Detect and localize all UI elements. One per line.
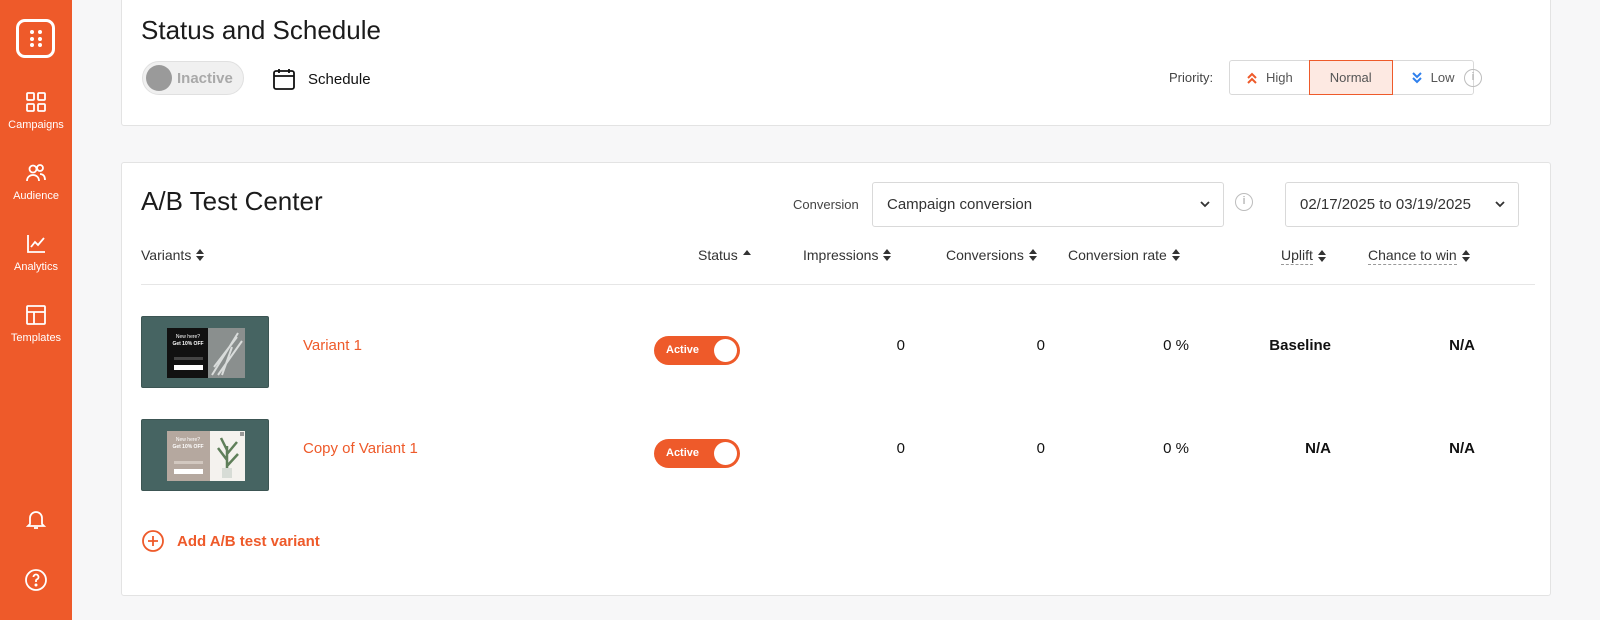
conversions-value: 0 [1036, 337, 1045, 354]
chevron-down-icon [1495, 201, 1505, 208]
campaign-status-toggle[interactable]: Inactive [142, 61, 244, 95]
column-header-conversion-rate[interactable]: Conversion rate [1068, 247, 1180, 263]
conversion-select[interactable]: Campaign conversion [872, 182, 1224, 227]
column-header-label: Variants [141, 247, 192, 263]
thumb-offer: Get 10% OFF [172, 444, 203, 450]
toggle-label: Inactive [177, 70, 233, 87]
variant-name-link[interactable]: Copy of Variant 1 [303, 440, 418, 457]
help-icon[interactable] [24, 568, 48, 592]
variant-thumbnail[interactable]: New here? Get 10% OFF [141, 419, 269, 491]
priority-low-label: Low [1430, 70, 1455, 85]
toggle-knob [714, 442, 737, 465]
impressions-value: 0 [896, 440, 905, 457]
status-schedule-title: Status and Schedule [141, 15, 381, 45]
thumb-offer: Get 10% OFF [172, 341, 203, 347]
column-header-status[interactable]: Status [698, 247, 751, 263]
date-range-select[interactable]: 02/17/2025 to 03/19/2025 [1285, 182, 1519, 227]
chart-icon [27, 235, 45, 253]
column-header-label: Conversions [946, 247, 1024, 263]
sort-icon [1461, 250, 1470, 262]
sidebar-item-label: Templates [10, 332, 62, 344]
priority-normal-option[interactable]: Normal [1308, 60, 1393, 95]
variant-name-link[interactable]: Variant 1 [303, 337, 362, 354]
bell-icon[interactable] [24, 507, 48, 531]
conversion-rate-value: 0 % [1163, 337, 1189, 354]
double-chevron-up-icon [1247, 72, 1257, 84]
schedule-button[interactable]: Schedule [272, 67, 371, 91]
toggle-label: Active [666, 447, 700, 459]
thumb-headline: New here? [176, 437, 200, 443]
sidebar-item-label: Audience [13, 190, 59, 202]
column-header-label: Chance to win [1368, 247, 1457, 265]
column-header-uplift[interactable]: Uplift [1281, 247, 1326, 265]
table-divider [141, 284, 1535, 285]
sidebar-item-audience[interactable]: Audience [0, 162, 72, 202]
sidebar-item-label: Campaigns [8, 119, 64, 131]
toggle-knob [146, 65, 172, 91]
sort-icon [196, 249, 205, 261]
chance-to-win-value: N/A [1449, 440, 1475, 457]
conversion-label: Conversion [793, 197, 859, 212]
column-header-label: Impressions [803, 247, 879, 263]
sort-icon [1028, 249, 1037, 261]
priority-normal-label: Normal [1329, 70, 1372, 85]
priority-selector: High Normal Low [1229, 60, 1474, 95]
sidebar-item-templates[interactable]: Templates [0, 304, 72, 344]
popup-preview-icon: New here? Get 10% OFF [167, 328, 245, 378]
conversion-select-value: Campaign conversion [887, 196, 1033, 213]
status-schedule-card: Status and Schedule Inactive Schedule Pr… [121, 0, 1551, 126]
column-header-label: Conversion rate [1068, 247, 1167, 263]
layout-icon [26, 305, 46, 325]
priority-high-option[interactable]: High [1229, 60, 1310, 95]
uplift-value: N/A [1305, 440, 1331, 457]
conversions-value: 0 [1036, 440, 1045, 457]
ab-test-center-title: A/B Test Center [141, 186, 323, 216]
sort-icon [1171, 249, 1180, 261]
popup-preview-icon: New here? Get 10% OFF [167, 431, 245, 481]
variant-status-toggle[interactable]: Active [654, 336, 740, 365]
column-header-chance-to-win[interactable]: Chance to win [1368, 247, 1470, 265]
variant-status-toggle[interactable]: Active [654, 439, 740, 468]
variant-thumbnail[interactable]: New here? Get 10% OFF [141, 316, 269, 388]
priority-low-option[interactable]: Low [1391, 60, 1474, 95]
sidebar-item-campaigns[interactable]: Campaigns [0, 91, 72, 131]
toggle-label: Active [666, 344, 700, 356]
column-header-impressions[interactable]: Impressions [803, 247, 892, 263]
conversion-info-icon[interactable]: i [1235, 193, 1253, 211]
grid-icon [26, 92, 46, 112]
add-ab-variant-label: Add A/B test variant [177, 532, 320, 550]
thumb-headline: New here? [176, 334, 200, 340]
impressions-value: 0 [896, 337, 905, 354]
users-icon [26, 164, 46, 182]
uplift-value: Baseline [1269, 337, 1331, 354]
chance-to-win-value: N/A [1449, 337, 1475, 354]
plus-circle-icon [142, 530, 164, 552]
double-chevron-down-icon [1411, 71, 1422, 83]
sort-ascending-icon [742, 250, 751, 255]
chevron-down-icon [1200, 201, 1210, 208]
sidebar-item-label: Analytics [13, 261, 59, 273]
column-header-label: Status [698, 247, 738, 263]
sort-icon [883, 249, 892, 261]
conversion-rate-value: 0 % [1163, 440, 1189, 457]
ab-test-center-card: A/B Test Center Conversion Campaign conv… [121, 162, 1551, 596]
sort-icon [1317, 250, 1326, 262]
column-header-variants[interactable]: Variants [141, 247, 205, 263]
calendar-icon [273, 69, 295, 90]
app-logo-icon[interactable] [16, 19, 55, 58]
column-header-label: Uplift [1281, 247, 1313, 265]
sidebar: Campaigns Audience Analytics Templates [0, 0, 72, 620]
priority-info-icon[interactable]: i [1464, 69, 1482, 87]
priority-label: Priority: [1169, 70, 1214, 85]
date-range-value: 02/17/2025 to 03/19/2025 [1300, 196, 1471, 213]
sidebar-item-analytics[interactable]: Analytics [0, 233, 72, 273]
add-ab-variant-button[interactable]: Add A/B test variant [141, 529, 320, 553]
toggle-knob [714, 339, 737, 362]
column-header-conversions[interactable]: Conversions [946, 247, 1037, 263]
priority-high-label: High [1266, 70, 1293, 85]
schedule-label: Schedule [308, 70, 371, 88]
